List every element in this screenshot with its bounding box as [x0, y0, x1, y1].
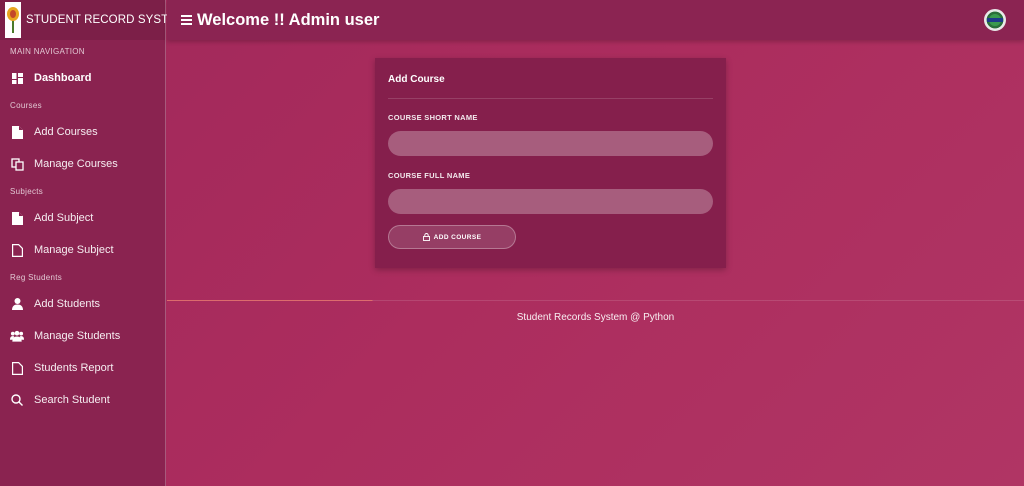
dashboard-icon [10, 71, 24, 85]
card-divider [388, 98, 713, 99]
sidebar-item-students-report[interactable]: Students Report [0, 352, 165, 384]
file-icon [10, 211, 24, 225]
section-label-courses: Courses [10, 100, 42, 110]
section-label-subjects: Subjects [10, 186, 44, 196]
copy-icon [10, 157, 24, 171]
sidebar-item-add-courses[interactable]: Add Courses [0, 116, 165, 148]
search-icon [10, 393, 24, 407]
top-header: Welcome !! Admin user [167, 0, 1024, 40]
flower-logo-icon [5, 2, 21, 38]
sidebar-item-label: Manage Courses [34, 158, 118, 170]
sidebar-item-label: Dashboard [34, 72, 92, 84]
course-full-name-label: COURSE FULL NAME [388, 171, 471, 180]
sidebar-item-label: Students Report [34, 362, 114, 374]
card-title: Add Course [388, 74, 445, 85]
file-outline-icon [10, 361, 24, 375]
add-course-card: Add Course COURSE SHORT NAME COURSE FULL… [375, 58, 726, 268]
sidebar-item-search-student[interactable]: Search Student [0, 384, 165, 416]
sidebar-item-dashboard[interactable]: Dashboard [0, 62, 165, 94]
sidebar-item-manage-courses[interactable]: Manage Courses [0, 148, 165, 180]
add-course-button-label: ADD COURSE [433, 233, 482, 241]
brand[interactable]: STUDENT RECORD SYSTEM [0, 0, 186, 40]
user-icon [10, 297, 24, 311]
sidebar-item-add-students[interactable]: Add Students [0, 288, 165, 320]
sidebar-item-manage-subject[interactable]: Manage Subject [0, 234, 165, 266]
footer-divider [167, 300, 1024, 301]
course-short-name-input[interactable] [388, 131, 713, 156]
course-full-name-input[interactable] [388, 189, 713, 214]
brand-title: STUDENT RECORD SYSTEM [26, 14, 186, 26]
sidebar-item-manage-students[interactable]: Manage Students [0, 320, 165, 352]
sidebar-item-label: Search Student [34, 394, 110, 406]
sidebar-item-add-subject[interactable]: Add Subject [0, 202, 165, 234]
sidebar-item-label: Manage Students [34, 330, 121, 342]
sidebar-item-label: Add Courses [34, 126, 98, 138]
file-icon [10, 125, 24, 139]
page-title: Welcome !! Admin user [197, 10, 380, 29]
sidebar-item-label: Manage Subject [34, 244, 114, 256]
sidebar-item-label: Add Students [34, 298, 101, 310]
file-outline-icon [10, 243, 24, 257]
section-label-reg-students: Reg Students [10, 272, 63, 282]
hamburger-menu-icon[interactable] [181, 15, 192, 25]
footer-text: Student Records System @ Python [516, 312, 675, 323]
sidebar: STUDENT RECORD SYSTEM MAIN NAVIGATION Da… [0, 0, 186, 486]
course-short-name-label: COURSE SHORT NAME [388, 113, 478, 122]
add-course-button[interactable]: ADD COURSE [388, 225, 516, 249]
lock-icon [422, 233, 430, 241]
main-navigation-label: MAIN NAVIGATION [10, 46, 85, 56]
admin-avatar-icon[interactable] [984, 9, 1006, 31]
users-icon [10, 329, 24, 343]
sidebar-item-label: Add Subject [34, 212, 94, 224]
